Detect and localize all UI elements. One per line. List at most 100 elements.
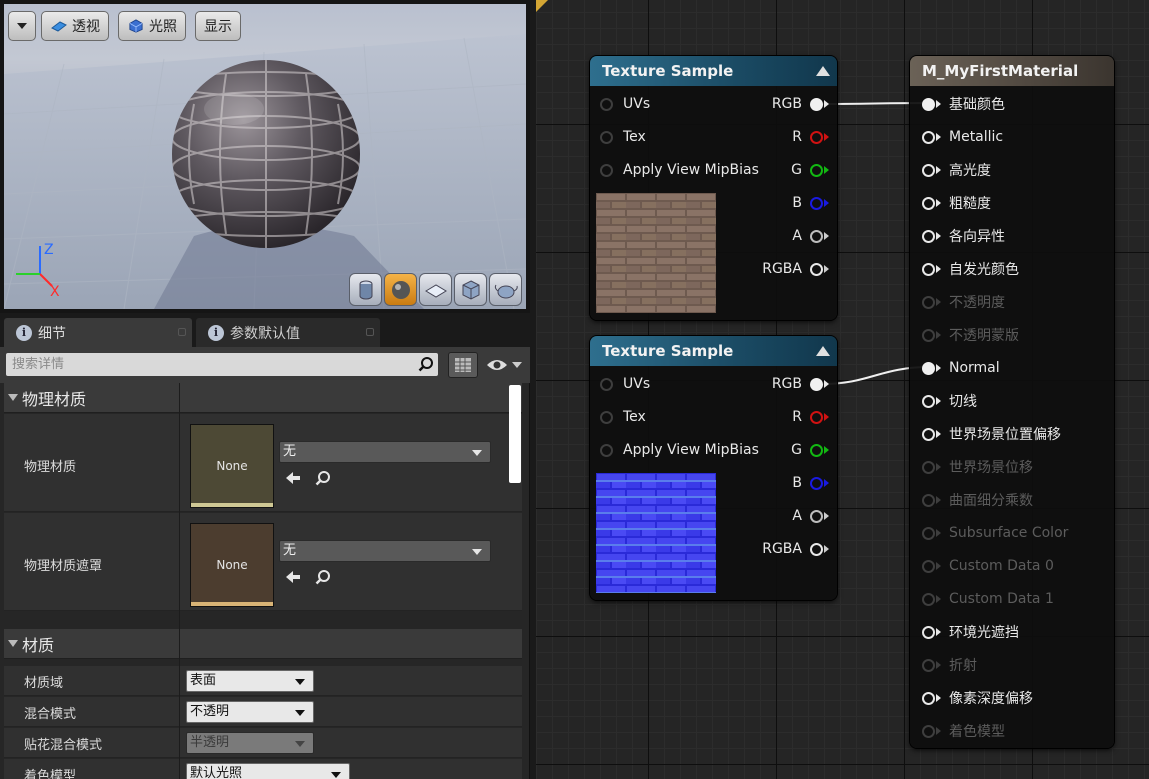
pin-arrow-icon: [824, 446, 829, 454]
pin-out-rgba[interactable]: RGBA: [762, 539, 829, 559]
physical-material-mask-combo[interactable]: 无: [279, 540, 491, 562]
pin-arrow-icon: [936, 529, 941, 537]
tab-close-icon[interactable]: [366, 328, 374, 336]
use-selected-asset-icon[interactable]: [284, 469, 302, 487]
pin-out-g[interactable]: G: [791, 440, 829, 460]
search-icon[interactable]: [418, 356, 434, 372]
perspective-button[interactable]: 透视: [41, 11, 109, 41]
teapot-icon[interactable]: [489, 273, 522, 306]
node-title[interactable]: Texture Sample: [590, 56, 837, 86]
pin-arrow-icon: [824, 512, 829, 520]
pin-out-g[interactable]: G: [791, 160, 829, 180]
lighting-button[interactable]: 光照: [118, 11, 186, 41]
pin-out-r[interactable]: R: [792, 127, 829, 147]
tab-parameter-defaults[interactable]: i 参数默认值: [196, 318, 380, 347]
pin-out-a[interactable]: A: [792, 506, 829, 526]
material-input-pin[interactable]: Normal: [922, 358, 1000, 378]
details-scrollbar[interactable]: [509, 385, 521, 483]
view-options-button[interactable]: [484, 352, 524, 378]
pin-label: 各向异性: [949, 229, 1005, 245]
grid-icon: [455, 358, 471, 372]
pin-circle-icon: [600, 377, 613, 391]
asset-thumbnail[interactable]: None: [190, 424, 274, 508]
pin-out-r[interactable]: R: [792, 407, 829, 427]
pin-out-rgb[interactable]: RGB: [772, 94, 829, 114]
node-title[interactable]: Texture Sample: [590, 336, 837, 366]
pin-label: B: [792, 475, 802, 491]
category-physical-material[interactable]: 物理材质: [4, 383, 522, 413]
show-button[interactable]: 显示: [195, 11, 241, 41]
material-input-pin[interactable]: 高光度: [922, 160, 991, 180]
category-title: 材质: [22, 635, 55, 655]
pin-apply-view-mipbias[interactable]: Apply View MipBias: [600, 440, 759, 460]
material-result-node[interactable]: M_MyFirstMaterial 基础颜色 Metallic 高光度粗糙度各向异性…: [910, 56, 1114, 748]
pin-out-rgb[interactable]: RGB: [772, 374, 829, 394]
pin-arrow-icon: [824, 100, 829, 108]
pin-label: RGBA: [762, 541, 802, 557]
material-input-pin[interactable]: 粗糙度: [922, 193, 991, 213]
plane-icon[interactable]: [419, 273, 452, 306]
pin-out-a[interactable]: A: [792, 226, 829, 246]
column-divider[interactable]: [179, 383, 180, 629]
property-matrix-button[interactable]: [448, 352, 478, 378]
column-divider[interactable]: [179, 629, 180, 779]
viewport-canvas[interactable]: 透视 光照 显示 Z X: [4, 4, 526, 309]
pin-tex[interactable]: Tex: [600, 407, 646, 427]
tab-details-label: 细节: [38, 325, 66, 342]
pin-out-b[interactable]: B: [792, 193, 829, 213]
pin-out-rgba[interactable]: RGBA: [762, 259, 829, 279]
pin-circle-icon: [922, 592, 935, 606]
material-domain-combo[interactable]: 表面: [186, 670, 314, 692]
pin-circle-icon: [810, 163, 823, 177]
node-title[interactable]: M_MyFirstMaterial: [910, 56, 1114, 86]
browse-asset-icon[interactable]: [314, 568, 332, 586]
material-input-pin: Subsurface Color: [922, 523, 1068, 543]
material-input-pin[interactable]: 各向异性: [922, 226, 1005, 246]
pin-arrow-icon: [824, 413, 829, 421]
texture-sample-node-2[interactable]: Texture Sample UVs Tex Apply View MipBia…: [590, 336, 837, 600]
collapse-triangle-icon[interactable]: [816, 66, 830, 76]
chevron-down-icon: [295, 741, 305, 747]
pin-label: 自发光颜色: [949, 262, 1019, 278]
tab-close-icon[interactable]: [178, 328, 186, 336]
browse-asset-icon[interactable]: [314, 469, 332, 487]
material-input-pin[interactable]: 环境光遮挡: [922, 622, 1019, 642]
combo-value: 半透明: [190, 735, 230, 750]
preview-viewport[interactable]: 透视 光照 显示 Z X: [0, 0, 530, 313]
material-input-pin[interactable]: 像素深度偏移: [922, 688, 1033, 708]
texture-sample-node-1[interactable]: Texture Sample UVs Tex Apply View MipBia…: [590, 56, 837, 320]
pin-label: 着色模型: [949, 724, 1005, 740]
prop-label: 物理材质: [24, 460, 77, 475]
material-input-pin[interactable]: 基础颜色: [922, 94, 1005, 114]
physical-material-combo[interactable]: 无: [279, 441, 491, 463]
material-input-pin[interactable]: 世界场景位置偏移: [922, 424, 1061, 444]
details-search-input[interactable]: 搜索详情: [6, 353, 438, 376]
cube-icon[interactable]: [454, 273, 487, 306]
pin-tex[interactable]: Tex: [600, 127, 646, 147]
show-label: 显示: [204, 19, 232, 35]
cylinder-icon[interactable]: [349, 273, 382, 306]
viewport-menu-button[interactable]: [8, 11, 36, 41]
use-selected-asset-icon[interactable]: [284, 568, 302, 586]
tab-details[interactable]: i 细节: [4, 318, 192, 347]
category-material[interactable]: 材质: [4, 629, 522, 659]
collapse-triangle-icon[interactable]: [816, 346, 830, 356]
pin-uvs[interactable]: UVs: [600, 94, 650, 114]
collapse-arrow-icon: [8, 394, 18, 401]
pin-label: Apply View MipBias: [623, 162, 759, 178]
pin-circle-icon: [810, 377, 823, 391]
pin-apply-view-mipbias[interactable]: Apply View MipBias: [600, 160, 759, 180]
asset-thumbnail[interactable]: None: [190, 523, 274, 607]
pin-uvs[interactable]: UVs: [600, 374, 650, 394]
material-input-pin[interactable]: 自发光颜色: [922, 259, 1019, 279]
sphere-icon[interactable]: [384, 273, 417, 306]
material-input-pin[interactable]: Metallic: [922, 127, 1003, 147]
pin-out-b[interactable]: B: [792, 473, 829, 493]
shading-model-combo[interactable]: 默认光照: [186, 763, 350, 779]
pin-circle-icon: [922, 196, 935, 210]
blend-mode-combo[interactable]: 不透明: [186, 701, 314, 723]
pin-label: R: [792, 409, 802, 425]
material-input-pin[interactable]: 切线: [922, 391, 977, 411]
pin-label: RGB: [771, 96, 802, 112]
details-property-list[interactable]: 物理材质 物理材质 None 无 物理材质遮罩 None 无 材质 材质域 表面…: [0, 383, 522, 779]
